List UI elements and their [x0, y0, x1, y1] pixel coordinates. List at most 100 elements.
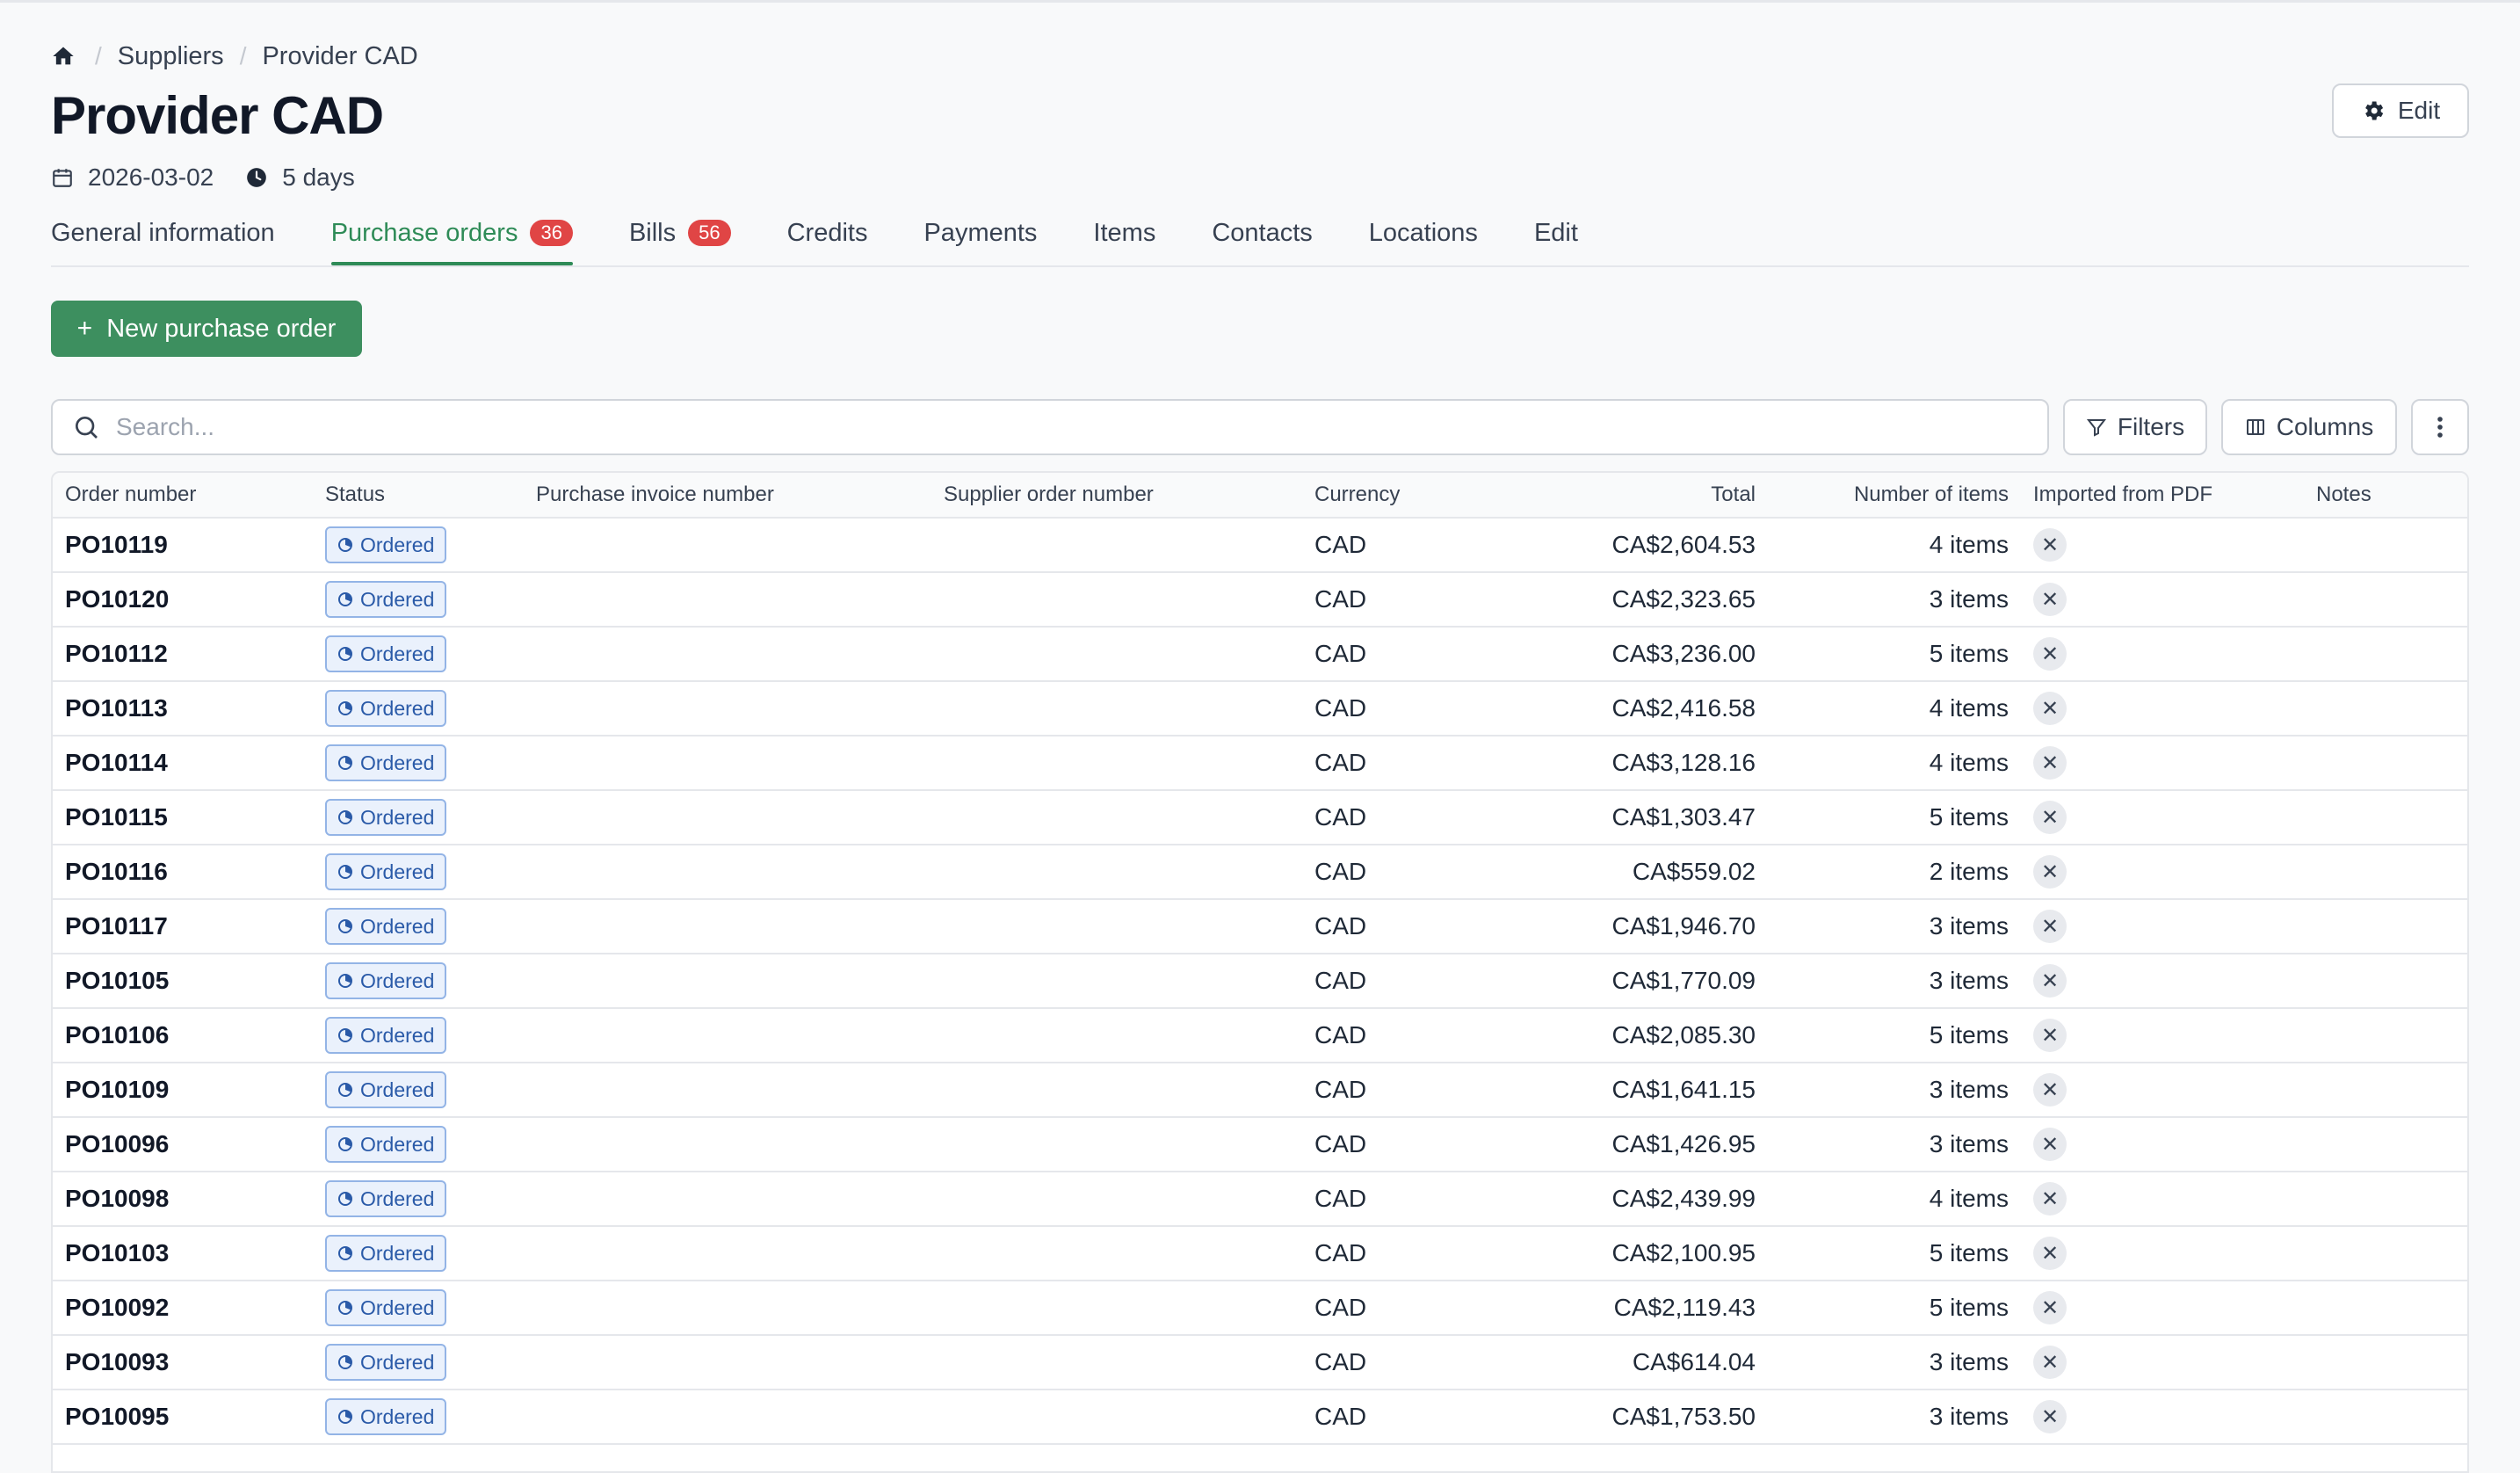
imported-from-pdf-cell: ✕: [2021, 1063, 2304, 1118]
imported-from-pdf-cell: ✕: [2021, 1172, 2304, 1227]
edit-button[interactable]: Edit: [2332, 83, 2469, 138]
order-number-cell[interactable]: PO10103: [53, 1226, 313, 1281]
order-number-cell[interactable]: PO10096: [53, 1117, 313, 1172]
supplier-order-number-cell: [931, 790, 1302, 845]
tab-payments[interactable]: Payments: [923, 209, 1037, 253]
order-number-cell[interactable]: PO10093: [53, 1335, 313, 1390]
purchase-invoice-number-cell: [524, 1390, 931, 1445]
order-number-cell[interactable]: PO10113: [53, 681, 313, 736]
order-number-cell[interactable]: PO10092: [53, 1281, 313, 1336]
table-row[interactable]: PO10112 Ordered CAD CA$3,236.00 5 items ✕: [53, 627, 2467, 682]
notes-cell: [2304, 1281, 2467, 1336]
table-row[interactable]: PO10119 Ordered CAD CA$2,604.53 4 items ✕: [53, 518, 2467, 573]
new-purchase-order-button[interactable]: + New purchase order: [51, 301, 362, 357]
tab-items[interactable]: Items: [1093, 209, 1155, 253]
table-row[interactable]: [53, 1444, 2467, 1471]
order-number-cell[interactable]: PO10117: [53, 899, 313, 954]
column-header-purchase-invoice-number[interactable]: Purchase invoice number: [524, 473, 931, 519]
status-ordered-icon: [337, 1027, 353, 1043]
breadcrumb-separator: /: [95, 42, 102, 69]
table-row[interactable]: PO10116 Ordered CAD CA$559.02 2 items ✕: [53, 845, 2467, 900]
tab-edit[interactable]: Edit: [1534, 209, 1578, 253]
table-row[interactable]: PO10103 Ordered CAD CA$2,100.95 5 items ✕: [53, 1226, 2467, 1281]
home-icon[interactable]: [51, 42, 79, 70]
purchase-invoice-number-cell: [524, 518, 931, 573]
table-row[interactable]: PO10106 Ordered CAD CA$2,085.30 5 items ✕: [53, 1008, 2467, 1063]
table-row[interactable]: PO10115 Ordered CAD CA$1,303.47 5 items ✕: [53, 790, 2467, 845]
breadcrumb-suppliers[interactable]: Suppliers: [118, 42, 224, 71]
table-header-row: Order number Status Purchase invoice num…: [53, 473, 2467, 519]
search-box[interactable]: [51, 399, 2049, 455]
supplier-order-number-cell: [931, 518, 1302, 573]
tab-general-information[interactable]: General information: [51, 209, 275, 253]
order-number-cell[interactable]: PO10095: [53, 1390, 313, 1445]
filters-button[interactable]: Filters: [2063, 399, 2207, 455]
currency-cell: CAD: [1302, 572, 1478, 628]
table-row[interactable]: PO10117 Ordered CAD CA$1,946.70 3 items ✕: [53, 899, 2467, 954]
table-row[interactable]: PO10120 Ordered CAD CA$2,323.65 3 items ✕: [53, 572, 2467, 628]
column-header-status[interactable]: Status: [313, 473, 524, 519]
total-cell: CA$2,604.53: [1478, 518, 1768, 573]
column-header-notes[interactable]: Notes: [2304, 473, 2467, 519]
imported-from-pdf-cell: ✕: [2021, 1226, 2304, 1281]
table-row[interactable]: PO10092 Ordered CAD CA$2,119.43 5 items ✕: [53, 1281, 2467, 1336]
tab-locations[interactable]: Locations: [1369, 209, 1478, 253]
order-number-cell[interactable]: PO10115: [53, 790, 313, 845]
column-header-total[interactable]: Total: [1478, 473, 1768, 519]
status-cell: Ordered: [313, 627, 524, 682]
notes-cell: [2304, 1008, 2467, 1063]
column-header-order-number[interactable]: Order number: [53, 473, 313, 519]
order-number-cell[interactable]: PO10116: [53, 845, 313, 900]
total-cell: CA$3,128.16: [1478, 736, 1768, 791]
notes-cell: [2304, 518, 2467, 573]
order-number-cell[interactable]: PO10112: [53, 627, 313, 682]
total-cell: CA$559.02: [1478, 845, 1768, 900]
order-number-cell[interactable]: PO10120: [53, 572, 313, 628]
order-number-cell[interactable]: PO10119: [53, 518, 313, 573]
column-header-supplier-order-number[interactable]: Supplier order number: [931, 473, 1302, 519]
tab-bills[interactable]: Bills 56: [629, 209, 731, 253]
tab-contacts[interactable]: Contacts: [1212, 209, 1312, 253]
status-ordered-icon: [337, 755, 353, 771]
table-row[interactable]: PO10105 Ordered CAD CA$1,770.09 3 items ✕: [53, 954, 2467, 1009]
column-header-imported-from-pdf[interactable]: Imported from PDF: [2021, 473, 2304, 519]
column-header-currency[interactable]: Currency: [1302, 473, 1478, 519]
imported-from-pdf-cell: ✕: [2021, 845, 2304, 900]
imported-from-pdf-cell: ✕: [2021, 790, 2304, 845]
order-number-cell[interactable]: PO10098: [53, 1172, 313, 1227]
order-number-cell[interactable]: PO10114: [53, 736, 313, 791]
supplier-order-number-cell: [931, 1390, 1302, 1445]
table-row[interactable]: PO10098 Ordered CAD CA$2,439.99 4 items ✕: [53, 1172, 2467, 1227]
order-number-cell[interactable]: PO10106: [53, 1008, 313, 1063]
table-row[interactable]: PO10096 Ordered CAD CA$1,426.95 3 items ✕: [53, 1117, 2467, 1172]
order-number-cell[interactable]: PO10109: [53, 1063, 313, 1118]
status-ordered-icon: [337, 809, 353, 825]
supplier-order-number-cell: [931, 1063, 1302, 1118]
tab-purchase-orders[interactable]: Purchase orders 36: [330, 209, 574, 265]
tab-label: General information: [51, 218, 275, 247]
column-header-number-of-items[interactable]: Number of items: [1768, 473, 2021, 519]
breadcrumb-current: Provider CAD: [262, 41, 418, 70]
purchase-invoice-number-cell: [524, 790, 931, 845]
status-cell: Ordered: [313, 736, 524, 791]
table-row[interactable]: PO10093 Ordered CAD CA$614.04 3 items ✕: [53, 1335, 2467, 1390]
purchase-orders-table: Order number Status Purchase invoice num…: [51, 471, 2469, 1473]
purchase-invoice-number-cell: [524, 1281, 931, 1336]
duration-text: 5 days: [282, 163, 355, 191]
table-row[interactable]: PO10114 Ordered CAD CA$3,128.16 4 items ✕: [53, 736, 2467, 791]
x-circle-icon: ✕: [2033, 910, 2067, 943]
order-number-cell[interactable]: PO10105: [53, 954, 313, 1009]
table-row[interactable]: PO10095 Ordered CAD CA$1,753.50 3 items ✕: [53, 1390, 2467, 1445]
tab-credits[interactable]: Credits: [787, 209, 868, 253]
search-input[interactable]: [114, 412, 1875, 442]
status-ordered-icon: [337, 1354, 353, 1370]
page: / Suppliers / Provider CAD Provider CAD …: [0, 0, 2520, 1473]
status-badge: Ordered: [325, 581, 447, 618]
table-row[interactable]: PO10109 Ordered CAD CA$1,641.15 3 items ✕: [53, 1063, 2467, 1118]
number-of-items-cell: 4 items: [1768, 518, 2021, 573]
more-options-button[interactable]: [2411, 399, 2469, 455]
columns-button[interactable]: Columns: [2221, 399, 2397, 455]
table-row[interactable]: PO10113 Ordered CAD CA$2,416.58 4 items ✕: [53, 681, 2467, 736]
supplier-order-number-cell: [931, 627, 1302, 682]
x-circle-icon: ✕: [2033, 528, 2067, 562]
